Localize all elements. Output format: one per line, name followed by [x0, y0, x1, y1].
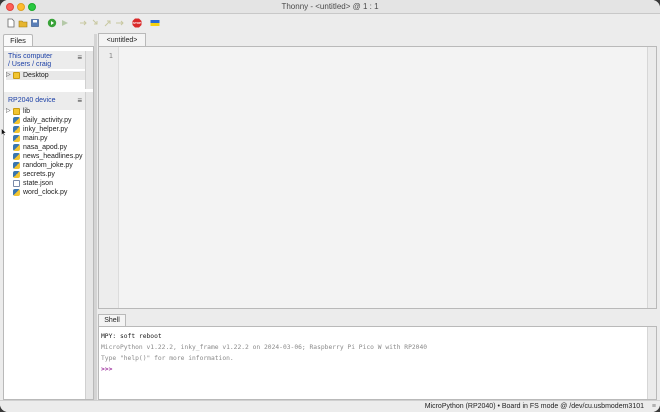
this-computer-header: This computer / Users / craig ≡	[4, 51, 85, 69]
this-computer-scrollbar[interactable]	[85, 51, 93, 89]
python-file-icon	[13, 126, 20, 133]
shell-console[interactable]: MPY: soft reboot MicroPython v1.22.2, in…	[98, 326, 657, 400]
tree-item-label: random_joke.py	[23, 162, 73, 169]
tree-item-label: nasa_apod.py	[23, 144, 67, 151]
step-out-icon	[104, 20, 110, 26]
stop-icon: STOP	[132, 18, 141, 27]
debug-icon	[61, 19, 68, 26]
step-into-icon	[92, 19, 97, 24]
run-icon	[47, 18, 56, 27]
tree-item-file[interactable]: news_headlines.py	[13, 152, 83, 161]
python-file-icon	[13, 189, 20, 196]
window-title: Thonny - <untitled> @ 1 : 1	[281, 2, 379, 11]
step-over-icon	[79, 20, 87, 25]
shell-line: MPY: soft reboot	[101, 333, 162, 340]
tree-item-file[interactable]: inky_helper.py	[13, 125, 68, 134]
thonny-window: Thonny - <untitled> @ 1 : 1 STOP Files T…	[0, 0, 660, 412]
this-computer-title: This computer / Users / craig	[8, 53, 52, 69]
python-file-icon	[13, 162, 20, 169]
tree-item-label: main.py	[23, 135, 48, 142]
tree-item-label: word_clock.py	[23, 189, 68, 196]
shell-line: Type "help()" for more information.	[101, 355, 234, 362]
tree-item-file[interactable]: main.py	[13, 134, 48, 143]
new-file-button[interactable]	[5, 17, 16, 28]
tree-item-file[interactable]: daily_activity.py	[13, 116, 72, 125]
tree-item-file[interactable]: state.json	[13, 179, 53, 188]
tree-item-file[interactable]: nasa_apod.py	[13, 143, 67, 152]
tree-item-label: daily_activity.py	[23, 117, 72, 124]
this-computer-label: This computer	[8, 53, 53, 60]
shell-line: MicroPython v1.22.2, inky_frame v1.22.2 …	[101, 344, 428, 351]
device-menu-icon[interactable]: ≡	[77, 96, 82, 105]
resize-grip-icon[interactable]: ≡	[652, 403, 656, 410]
title-bar: Thonny - <untitled> @ 1 : 1	[0, 0, 660, 14]
mouse-pointer-icon	[1, 128, 7, 136]
toolbar: STOP	[0, 14, 660, 32]
expand-arrow-icon[interactable]: ▷	[6, 71, 13, 80]
save-file-button[interactable]	[29, 17, 40, 28]
save-icon	[30, 18, 39, 27]
interpreter-status[interactable]: MicroPython (RP2040) • Board in FS mode …	[425, 403, 644, 410]
tree-item-label: state.json	[23, 180, 53, 187]
folder-open-icon	[18, 20, 27, 27]
tree-item-label: news_headlines.py	[23, 153, 83, 160]
line-number-gutter: 1	[99, 47, 119, 308]
run-button[interactable]	[46, 17, 57, 28]
python-file-icon	[13, 135, 20, 142]
python-file-icon	[13, 144, 20, 151]
shell-prompt[interactable]: >>>	[101, 366, 112, 373]
json-file-icon	[13, 180, 20, 187]
shell-scrollbar[interactable]	[647, 327, 656, 399]
step-over-button[interactable]	[78, 17, 89, 28]
code-editor[interactable]: 1	[98, 46, 657, 309]
this-computer-menu-icon[interactable]: ≡	[77, 53, 82, 62]
python-file-icon	[13, 153, 20, 160]
line-number: 1	[108, 52, 113, 60]
tab-untitled[interactable]: <untitled>	[98, 33, 146, 47]
files-panel: This computer / Users / craig ≡ ▷ Deskto…	[3, 46, 94, 400]
folder-icon	[13, 108, 20, 115]
svg-text:STOP: STOP	[132, 21, 140, 25]
tree-item-label: inky_helper.py	[23, 126, 68, 133]
device-title: RP2040 device	[8, 97, 56, 104]
panel-splitter[interactable]	[94, 34, 97, 400]
tree-item-label: lib	[23, 108, 31, 115]
tree-item-file[interactable]: word_clock.py	[13, 188, 67, 197]
python-file-icon	[13, 117, 20, 124]
python-file-icon	[13, 171, 20, 178]
new-file-icon	[7, 18, 14, 27]
tree-item-label: secrets.py	[23, 171, 55, 178]
tree-item-label: Desktop	[23, 72, 49, 79]
this-computer-path[interactable]: / Users / craig	[8, 61, 52, 69]
step-out-button[interactable]	[102, 17, 113, 28]
device-scrollbar[interactable]	[85, 92, 93, 399]
expand-arrow-icon[interactable]: ▷	[6, 107, 13, 116]
debug-button[interactable]	[59, 17, 70, 28]
tree-item-file[interactable]: random_joke.py	[13, 161, 73, 170]
support-ukraine-button[interactable]	[149, 17, 160, 28]
folder-icon	[13, 72, 20, 79]
tree-item-lib[interactable]: ▷ lib	[6, 107, 30, 116]
stop-button[interactable]: STOP	[131, 17, 142, 28]
step-into-button[interactable]	[90, 17, 101, 28]
tree-item-file[interactable]: secrets.py	[13, 170, 55, 179]
editor-scrollbar[interactable]	[647, 47, 656, 308]
resume-button[interactable]	[114, 17, 125, 28]
tree-item-desktop[interactable]: ▷ Desktop	[6, 71, 85, 80]
resume-icon	[115, 20, 124, 25]
status-bar: MicroPython (RP2040) • Board in FS mode …	[0, 400, 660, 412]
open-file-button[interactable]	[17, 17, 28, 28]
ukraine-flag-icon	[150, 19, 159, 26]
